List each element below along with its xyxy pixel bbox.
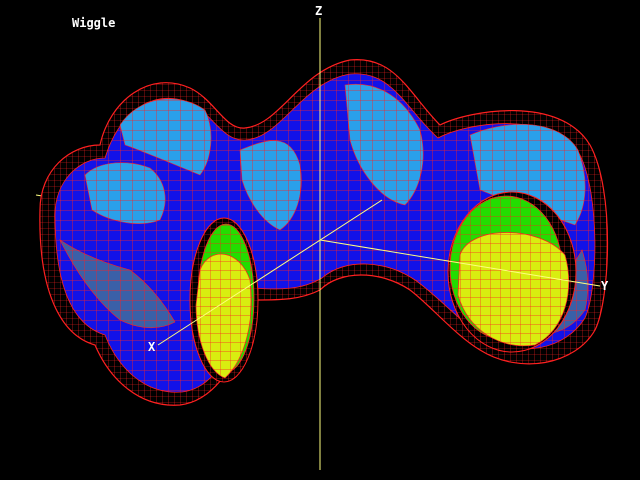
- wiggle-surface[interactable]: [39, 59, 609, 406]
- axis-x-label: X: [148, 340, 156, 354]
- window-title: Wiggle: [72, 16, 116, 30]
- scene-canvas[interactable]: [0, 0, 640, 480]
- viewport-3d[interactable]: Wiggle Z X Y: [0, 0, 640, 480]
- axis-y-label: Y: [601, 279, 609, 293]
- axis-z-label: Z: [315, 4, 323, 18]
